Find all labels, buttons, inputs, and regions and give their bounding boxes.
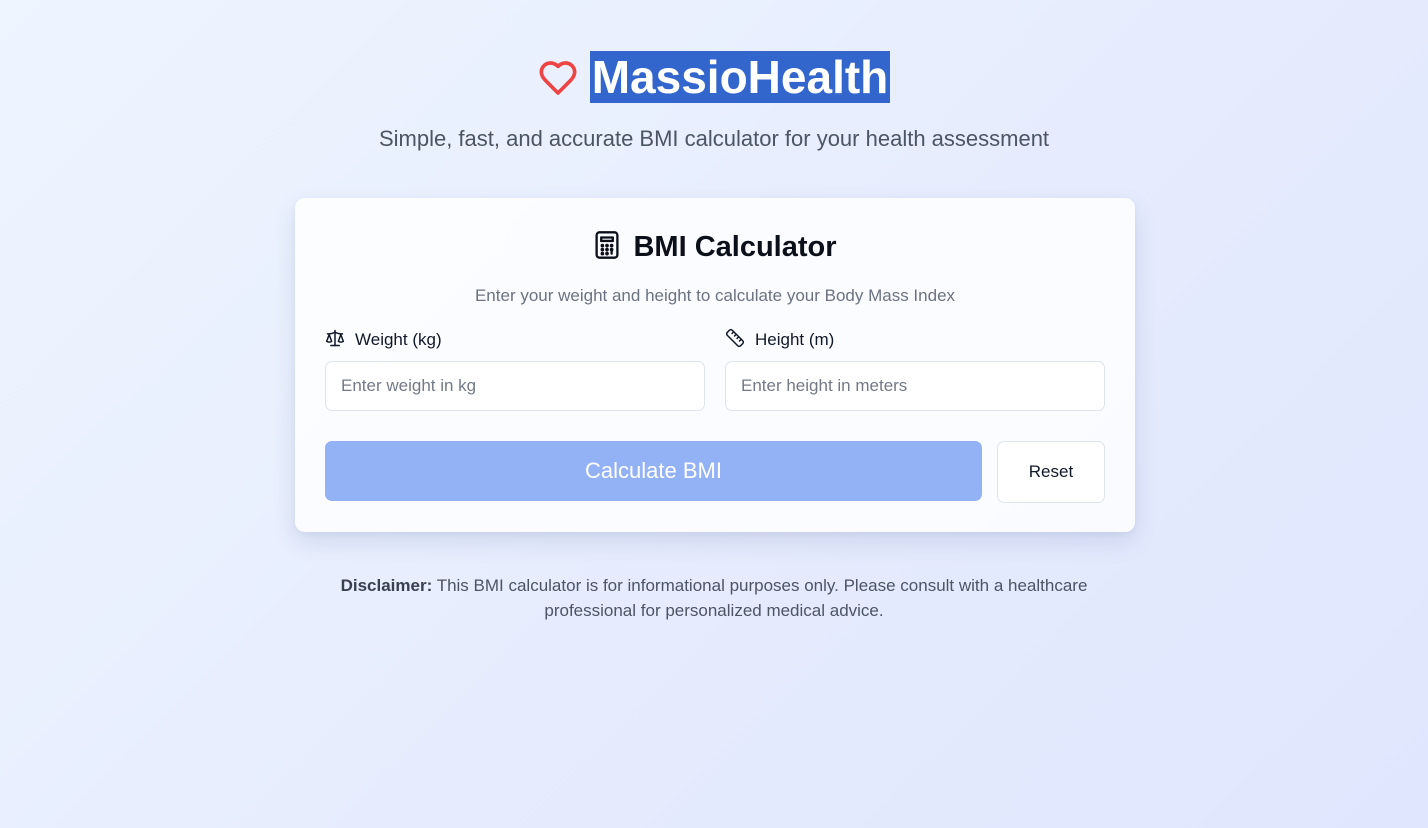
weight-label: Weight (kg) [325,328,705,352]
ruler-icon [725,328,745,353]
bmi-calculator-card: BMI Calculator Enter your weight and hei… [295,198,1135,532]
heart-icon [538,58,578,98]
page-subtitle: Simple, fast, and accurate BMI calculato… [378,126,1050,151]
calculate-bmi-button[interactable]: Calculate BMI [325,441,982,501]
height-field: Height (m) [725,328,1105,411]
weight-field: Weight (kg) [325,328,705,411]
disclaimer: Disclaimer: This BMI calculator is for i… [314,573,1114,623]
disclaimer-label: Disclaimer: [340,576,433,595]
height-label-text: Height (m) [755,330,835,349]
height-label: Height (m) [725,328,1105,352]
card-title-row: BMI Calculator [593,228,837,266]
card-description: Enter your weight and height to calculat… [474,286,956,305]
reset-button[interactable]: Reset [997,441,1105,503]
card-title: BMI Calculator [633,230,837,263]
weight-label-text: Weight (kg) [355,330,442,349]
brand: MassioHealth [538,50,891,104]
weight-input[interactable] [325,361,705,411]
scale-icon [325,328,345,353]
card-header: BMI Calculator Enter your weight and hei… [295,228,1135,306]
calculator-icon [593,230,621,265]
height-input[interactable] [725,361,1105,411]
brand-title: MassioHealth [589,51,891,103]
disclaimer-text: This BMI calculator is for informational… [436,576,1088,620]
page-header: MassioHealth Simple, fast, and accurate … [0,50,1428,152]
